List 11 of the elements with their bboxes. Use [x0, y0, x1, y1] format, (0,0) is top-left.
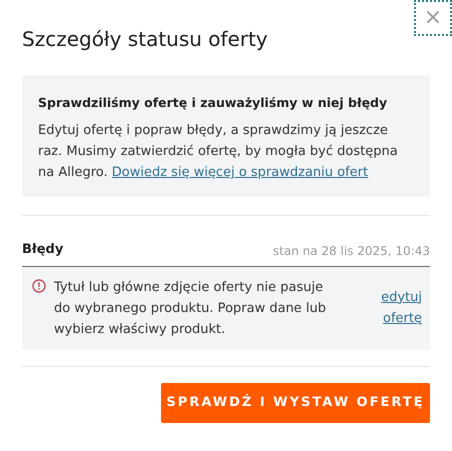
warning-icon	[32, 278, 46, 292]
edit-offer-link[interactable]: edytuj ofertę	[372, 286, 422, 328]
error-text: Tytuł lub główne zdjęcie oferty nie pasuje do wybranego produktu. Popraw dane lub wybierz właściwy produkt.	[54, 278, 328, 338]
dialog-title: Szczegóły statusu oferty	[22, 26, 269, 52]
errors-heading: Błędy	[22, 241, 64, 259]
check-and-publish-button[interactable]: SPRAWDŹ I WYSTAW OFERTĘ	[161, 382, 430, 422]
close-button[interactable]: ×	[414, 0, 452, 36]
learn-more-link[interactable]: Dowiedz się więcej o sprawdzaniu ofert	[112, 165, 368, 180]
timestamp: stan na 28 lis 2025, 10:43	[272, 242, 430, 260]
notice-text: Edytuj ofertę i popraw błędy, a sprawdzimy ją jeszcze raz. Musimy zatwierdzić ofertę, by mogła być dostępna na Allegro. Dowiedz się więcej o sprawdzaniu ofert	[38, 122, 399, 182]
notice-heading: Sprawdziliśmy ofertę i zauważyliśmy w niej błędy	[38, 94, 388, 112]
